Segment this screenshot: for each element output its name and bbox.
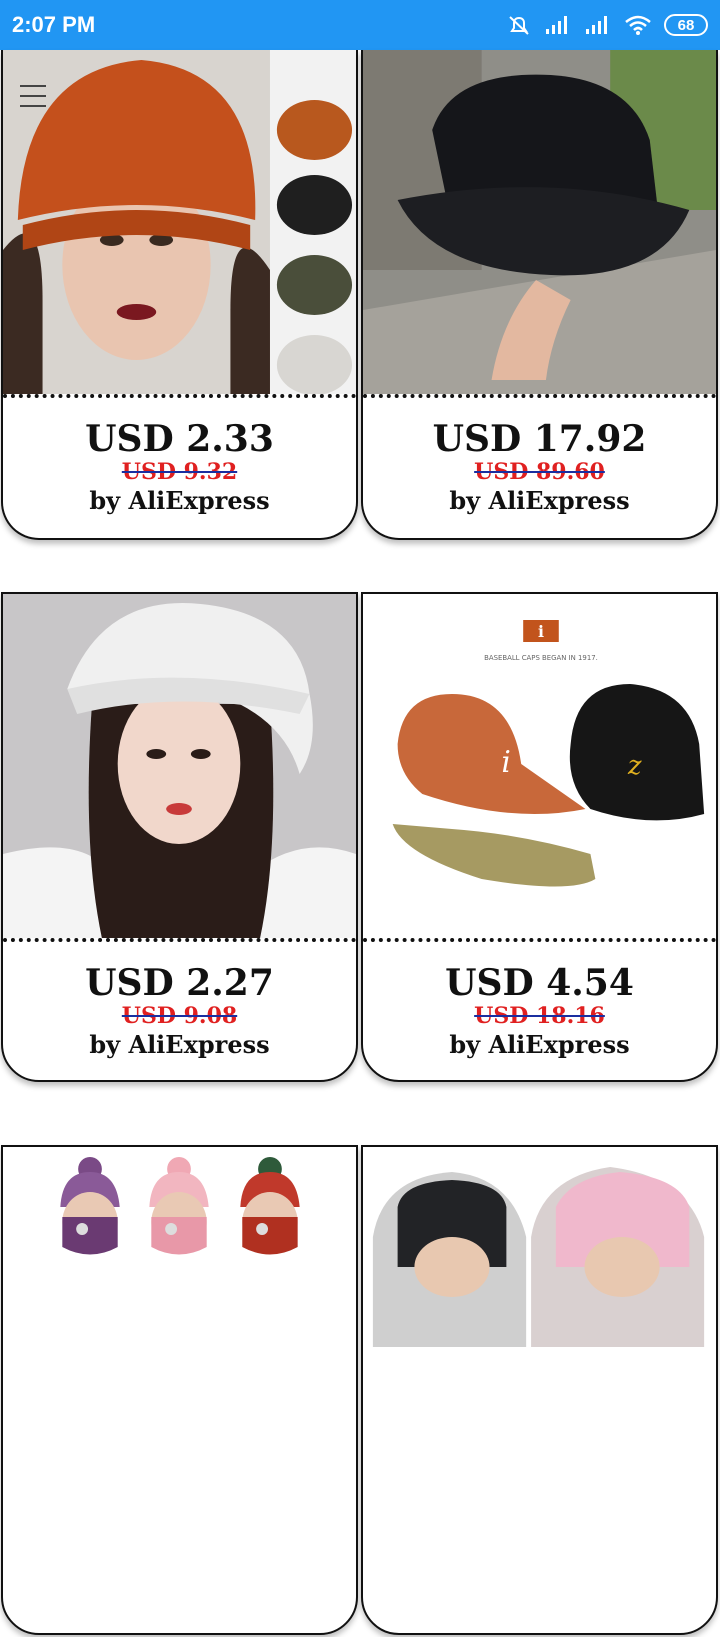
baseball-caps-photo: i BASEBALL CAPS BEGAN IN 1917. i z bbox=[363, 594, 716, 938]
black-bucket-hat-photo bbox=[363, 50, 716, 394]
product-card[interactable]: USD 17.92 USD 89.60 by AliExpress bbox=[361, 50, 718, 540]
price-box: USD 2.33 USD 9.32 by AliExpress bbox=[3, 400, 356, 518]
svg-text:BASEBALL CAPS BEGAN IN 1917.: BASEBALL CAPS BEGAN IN 1917. bbox=[484, 654, 598, 662]
product-image[interactable] bbox=[363, 50, 716, 394]
signal-icon bbox=[586, 16, 607, 34]
product-price: USD 2.33 bbox=[85, 418, 274, 460]
card-divider bbox=[3, 394, 356, 398]
product-image[interactable]: i BASEBALL CAPS BEGAN IN 1917. i z bbox=[363, 594, 716, 938]
card-divider bbox=[363, 938, 716, 942]
knit-beanie-photo bbox=[3, 50, 356, 394]
price-box: USD 4.54 USD 18.16 by AliExpress bbox=[363, 944, 716, 1062]
svg-text:z: z bbox=[627, 751, 642, 781]
svg-text:i: i bbox=[501, 745, 510, 780]
product-seller: by AliExpress bbox=[89, 1030, 270, 1059]
product-old-price: USD 18.16 bbox=[474, 1003, 605, 1029]
lace-sun-hat-photo bbox=[3, 594, 356, 938]
product-image[interactable] bbox=[3, 50, 356, 394]
product-image[interactable] bbox=[3, 594, 356, 938]
price-box: USD 17.92 USD 89.60 by AliExpress bbox=[363, 400, 716, 518]
signal-icon bbox=[546, 16, 567, 34]
card-divider bbox=[363, 394, 716, 398]
hamburger-menu-icon[interactable] bbox=[20, 85, 46, 107]
product-old-price: USD 89.60 bbox=[474, 459, 605, 485]
battery-icon: 68 bbox=[664, 14, 708, 36]
product-price: USD 4.54 bbox=[445, 962, 634, 1004]
card-divider bbox=[3, 938, 356, 942]
product-old-price: USD 9.32 bbox=[121, 459, 238, 485]
product-seller: by AliExpress bbox=[449, 1030, 630, 1059]
price-box: USD 2.27 USD 9.08 by AliExpress bbox=[3, 944, 356, 1062]
product-price: USD 2.27 bbox=[85, 962, 274, 1004]
product-card[interactable] bbox=[1, 1145, 358, 1635]
product-card[interactable] bbox=[361, 1145, 718, 1635]
winter-hat-mask-set-photo bbox=[3, 1147, 356, 1491]
product-image[interactable] bbox=[3, 1147, 356, 1491]
product-seller: by AliExpress bbox=[449, 486, 630, 515]
product-row bbox=[0, 1145, 720, 1637]
status-bar: 2:07 PM 68 bbox=[0, 0, 720, 50]
status-time: 2:07 PM bbox=[12, 12, 96, 37]
product-row: USD 2.33 USD 9.32 by AliExpress USD 17.9… bbox=[0, 50, 720, 542]
product-card[interactable]: i BASEBALL CAPS BEGAN IN 1917. i z USD 4… bbox=[361, 592, 718, 1082]
wifi-icon bbox=[625, 15, 651, 35]
product-row: USD 2.27 USD 9.08 by AliExpress i BASEBA… bbox=[0, 592, 720, 1084]
status-icons: 68 bbox=[506, 13, 708, 37]
product-card[interactable]: USD 2.33 USD 9.32 by AliExpress bbox=[1, 50, 358, 540]
svg-text:i: i bbox=[538, 622, 544, 641]
product-card[interactable]: USD 2.27 USD 9.08 by AliExpress bbox=[1, 592, 358, 1082]
product-seller: by AliExpress bbox=[89, 486, 270, 515]
product-image[interactable] bbox=[363, 1147, 716, 1491]
alarm-off-icon bbox=[509, 16, 529, 35]
product-price: USD 17.92 bbox=[432, 418, 647, 460]
fur-trapper-hat-photo bbox=[363, 1147, 716, 1491]
product-old-price: USD 9.08 bbox=[121, 1003, 238, 1029]
